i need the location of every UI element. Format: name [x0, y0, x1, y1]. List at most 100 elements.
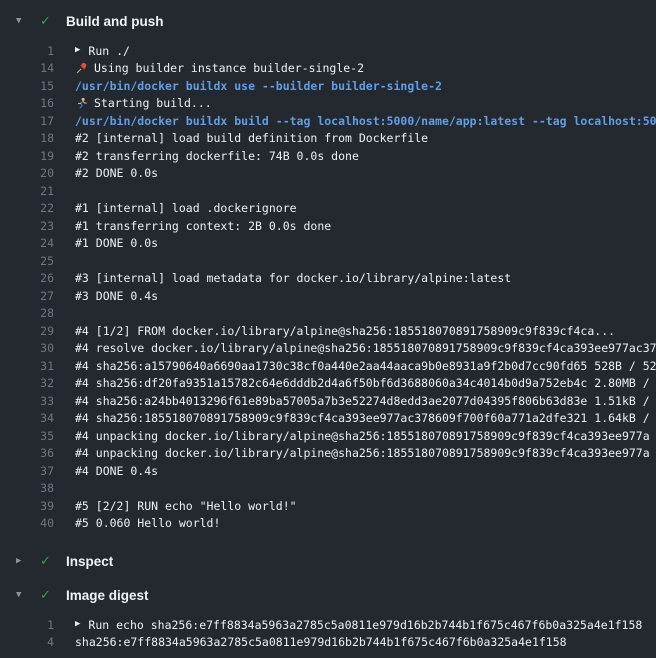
line-text: #2 [internal] load build definition from… [75, 131, 428, 145]
line-number[interactable]: 22 [0, 201, 54, 215]
line-number[interactable]: 37 [0, 464, 54, 478]
section-lines: 1 ▶ Run ./ 14 Using builder instance buil… [0, 38, 656, 544]
line-number[interactable]: 28 [0, 306, 54, 320]
log-line[interactable]: 25 [0, 252, 656, 270]
group-expand-icon[interactable]: ▶ [75, 46, 80, 55]
line-number[interactable]: 15 [0, 79, 54, 93]
section-title: Build and push [66, 14, 164, 29]
line-text: #1 DONE 0.0s [75, 236, 158, 250]
line-number[interactable]: 27 [0, 289, 54, 303]
log-line[interactable]: 14 Using builder instance builder-single… [0, 60, 656, 78]
line-text: #2 transferring dockerfile: 74B 0.0s don… [75, 149, 359, 163]
line-content: #1 [internal] load .dockerignore [75, 201, 297, 215]
log-line[interactable]: 17 /usr/bin/docker buildx build --tag lo… [0, 112, 656, 130]
log-line[interactable]: 40 #5 0.060 Hello world! [0, 515, 656, 533]
line-text: #1 transferring context: 2B 0.0s done [75, 219, 331, 233]
log-line[interactable]: 29 #4 [1/2] FROM docker.io/library/alpin… [0, 322, 656, 340]
log-line[interactable]: 1 ▶ Run ./ [0, 42, 656, 60]
line-number[interactable]: 33 [0, 394, 54, 408]
line-text: Run echo sha256:e7ff8834a5963a2785c5a081… [88, 618, 642, 632]
log-line[interactable]: 4 sha256:e7ff8834a5963a2785c5a0811e979d1… [0, 634, 656, 652]
line-number[interactable]: 1 [0, 618, 54, 632]
line-text: #4 unpacking docker.io/library/alpine@sh… [75, 429, 650, 443]
log-line[interactable]: 30 #4 resolve docker.io/library/alpine@s… [0, 340, 656, 358]
line-content: Starting build... [75, 96, 212, 110]
log-line[interactable]: 16 Starting build... [0, 95, 656, 113]
log-line[interactable]: 15 /usr/bin/docker buildx use --builder … [0, 77, 656, 95]
section-title: Image digest [66, 588, 149, 603]
line-number[interactable]: 1 [0, 44, 54, 58]
line-text: #4 sha256:a15790640a6690aa1730c38cf0a440… [75, 359, 656, 373]
line-number[interactable]: 38 [0, 481, 54, 495]
log-line[interactable]: 34 #4 sha256:185518070891758909c9f839cf4… [0, 410, 656, 428]
line-number[interactable]: 26 [0, 271, 54, 285]
log-line[interactable]: 23 #1 transferring context: 2B 0.0s done [0, 217, 656, 235]
line-number[interactable]: 20 [0, 166, 54, 180]
line-number[interactable]: 40 [0, 516, 54, 530]
line-text: Run ./ [88, 44, 130, 58]
section-header[interactable]: ▼ ✓ Build and push [0, 4, 656, 38]
log-line[interactable]: 27 #3 DONE 0.4s [0, 287, 656, 305]
line-content: #4 sha256:df20fa9351a15782c64e6dddb2d4a6… [75, 376, 656, 390]
line-number[interactable]: 30 [0, 341, 54, 355]
log-line[interactable]: 24 #1 DONE 0.0s [0, 235, 656, 253]
log-line[interactable]: 21 [0, 182, 656, 200]
line-number[interactable]: 23 [0, 219, 54, 233]
log-line[interactable]: 32 #4 sha256:df20fa9351a15782c64e6dddb2d… [0, 375, 656, 393]
log-line[interactable]: 22 #1 [internal] load .dockerignore [0, 200, 656, 218]
line-content: #4 unpacking docker.io/library/alpine@sh… [75, 446, 650, 460]
line-content: /usr/bin/docker buildx use --builder bui… [75, 79, 442, 93]
log-line[interactable]: 37 #4 DONE 0.4s [0, 462, 656, 480]
log-line[interactable]: 39 #5 [2/2] RUN echo "Hello world!" [0, 497, 656, 515]
line-content: #2 DONE 0.0s [75, 166, 158, 180]
line-content: Using builder instance builder-single-2 [75, 61, 364, 75]
line-text: Using builder instance builder-single-2 [94, 61, 364, 75]
log-line[interactable]: 26 #3 [internal] load metadata for docke… [0, 270, 656, 288]
log-line[interactable]: 33 #4 sha256:a24bb4013296f61e89ba57005a7… [0, 392, 656, 410]
group-expand-icon[interactable]: ▶ [75, 620, 80, 629]
line-text: #4 resolve docker.io/library/alpine@sha2… [75, 341, 656, 355]
line-number[interactable]: 14 [0, 61, 54, 75]
log-line[interactable]: 35 #4 unpacking docker.io/library/alpine… [0, 427, 656, 445]
line-number[interactable]: 18 [0, 131, 54, 145]
line-number[interactable]: 4 [0, 635, 54, 649]
line-number[interactable]: 39 [0, 499, 54, 513]
line-number[interactable]: 35 [0, 429, 54, 443]
line-number[interactable]: 29 [0, 324, 54, 338]
section-header[interactable]: ▼ ✓ Image digest [0, 578, 656, 612]
log-line[interactable]: 36 #4 unpacking docker.io/library/alpine… [0, 445, 656, 463]
chevron-down-icon: ▼ [16, 17, 30, 26]
section-header[interactable]: ▶ ✓ Inspect [0, 544, 656, 578]
line-number[interactable]: 36 [0, 446, 54, 460]
line-content: #4 sha256:185518070891758909c9f839cf4ca3… [75, 411, 656, 425]
log-line[interactable]: 31 #4 sha256:a15790640a6690aa1730c38cf0a… [0, 357, 656, 375]
line-number[interactable]: 21 [0, 184, 54, 198]
line-content: #3 DONE 0.4s [75, 289, 158, 303]
line-number[interactable]: 19 [0, 149, 54, 163]
log-section: ▼ ✓ Build and push 1 ▶ Run ./ 14 Using bu… [0, 4, 656, 544]
log-line[interactable]: 38 [0, 480, 656, 498]
line-content: #4 unpacking docker.io/library/alpine@sh… [75, 429, 650, 443]
line-text: #5 [2/2] RUN echo "Hello world!" [75, 499, 297, 513]
line-number[interactable]: 34 [0, 411, 54, 425]
log-line[interactable]: 19 #2 transferring dockerfile: 74B 0.0s … [0, 147, 656, 165]
line-content: #1 transferring context: 2B 0.0s done [75, 219, 331, 233]
line-text: /usr/bin/docker buildx use --builder bui… [75, 79, 442, 93]
line-text: #4 DONE 0.4s [75, 464, 158, 478]
line-number[interactable]: 25 [0, 254, 54, 268]
line-text: #4 [1/2] FROM docker.io/library/alpine@s… [75, 324, 615, 338]
log-line[interactable]: 18 #2 [internal] load build definition f… [0, 130, 656, 148]
line-content: #4 [1/2] FROM docker.io/library/alpine@s… [75, 324, 615, 338]
line-number[interactable]: 32 [0, 376, 54, 390]
line-number[interactable]: 24 [0, 236, 54, 250]
line-number[interactable]: 31 [0, 359, 54, 373]
log-line[interactable]: 1 ▶ Run echo sha256:e7ff8834a5963a2785c5a… [0, 616, 656, 634]
log-line[interactable]: 28 [0, 305, 656, 323]
line-text: #4 unpacking docker.io/library/alpine@sh… [75, 446, 650, 460]
line-content: /usr/bin/docker buildx build --tag local… [75, 114, 656, 128]
line-text: #4 sha256:185518070891758909c9f839cf4ca3… [75, 411, 656, 425]
line-number[interactable]: 17 [0, 114, 54, 128]
line-text: #3 [internal] load metadata for docker.i… [75, 271, 511, 285]
log-line[interactable]: 20 #2 DONE 0.0s [0, 165, 656, 183]
line-number[interactable]: 16 [0, 96, 54, 110]
